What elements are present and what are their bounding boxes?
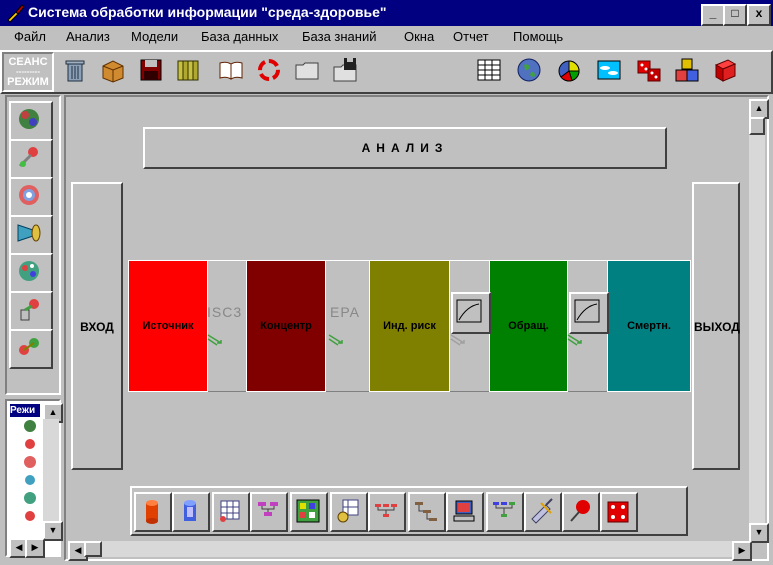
- close-button[interactable]: x: [747, 4, 771, 26]
- menu-report[interactable]: Отчет: [453, 29, 489, 44]
- vscroll-track[interactable]: [749, 135, 765, 539]
- tree-brown-icon[interactable]: [408, 492, 446, 532]
- vscroll-down-button[interactable]: ▼: [749, 523, 769, 543]
- input-label: ВХОД: [80, 320, 114, 334]
- menu-windows[interactable]: Окна: [404, 29, 434, 44]
- menu-file[interactable]: Файл: [14, 29, 46, 44]
- hscroll-thumb[interactable]: [84, 541, 102, 557]
- mode-scroll-down-button[interactable]: ▼: [43, 521, 63, 541]
- molecule-tool-icon[interactable]: [9, 101, 53, 141]
- red-die-icon[interactable]: [600, 492, 638, 532]
- menu-knowledge-base[interactable]: База знаний: [302, 29, 377, 44]
- syringe-icon[interactable]: [524, 492, 562, 532]
- trash-icon[interactable]: [60, 55, 94, 89]
- block-source[interactable]: Источник: [128, 260, 208, 392]
- flow-arrow-icon: [328, 334, 343, 346]
- tree-red-icon[interactable]: [368, 492, 406, 532]
- mode-scroll-right-button[interactable]: ▶: [25, 538, 45, 558]
- tree-blue-icon[interactable]: [486, 492, 524, 532]
- menu-analysis[interactable]: Анализ: [66, 29, 110, 44]
- connector-2-model-label[interactable]: EPA: [330, 304, 360, 320]
- globe-icon[interactable]: [514, 55, 548, 89]
- curve-icon: [456, 299, 482, 323]
- output-label: ВЫХОД: [694, 320, 740, 334]
- curve-model-button-1[interactable]: [451, 292, 491, 334]
- output-block[interactable]: ВЫХОД: [692, 182, 740, 470]
- folder-icon[interactable]: [292, 55, 326, 89]
- session-divider: ---------: [16, 67, 40, 76]
- block-visits[interactable]: Обращ.: [489, 260, 568, 392]
- block-mortality[interactable]: Смертн.: [607, 260, 691, 392]
- box-icon[interactable]: [98, 55, 132, 89]
- floppy-disk-icon[interactable]: [136, 55, 170, 89]
- save-to-folder-icon[interactable]: [330, 55, 364, 89]
- menu-help[interactable]: Помощь: [513, 29, 563, 44]
- red-cylinder-icon[interactable]: [134, 492, 172, 532]
- window-title: Система обработки информации "среда-здор…: [28, 4, 387, 20]
- flow-arrow-icon: [207, 334, 222, 346]
- mode-icons-list[interactable]: [17, 419, 43, 529]
- minimize-button[interactable]: _: [701, 4, 725, 26]
- curve-model-button-2[interactable]: [569, 292, 609, 334]
- tree-purple-icon[interactable]: [250, 492, 288, 532]
- connector-2: [323, 260, 370, 392]
- app-brush-icon[interactable]: [5, 3, 25, 23]
- input-block[interactable]: ВХОД: [71, 182, 123, 470]
- red-book-icon[interactable]: [710, 55, 744, 89]
- mode-window[interactable]: Режи ▲ ▼ ◀ ▶: [5, 399, 63, 558]
- recycle-icon[interactable]: [254, 55, 288, 89]
- blue-cylinder-icon[interactable]: [172, 492, 210, 532]
- dice-icon[interactable]: [634, 55, 668, 89]
- mode-label: РЕЖИМ: [7, 76, 49, 88]
- vscroll-up-button[interactable]: ▲: [749, 99, 769, 119]
- sky-picture-icon[interactable]: [594, 55, 628, 89]
- target-tool-icon[interactable]: [9, 177, 53, 217]
- color-matrix-icon[interactable]: [290, 492, 328, 532]
- flow-arrow-icon: [567, 334, 582, 346]
- vscroll-thumb[interactable]: [749, 117, 765, 135]
- probe-tool-icon[interactable]: [9, 291, 53, 331]
- binders-icon[interactable]: [174, 55, 208, 89]
- open-book-icon[interactable]: [216, 55, 250, 89]
- mode-window-title: Режи: [10, 404, 40, 417]
- network-grid-icon[interactable]: [212, 492, 250, 532]
- funnel-tool-icon[interactable]: [9, 215, 53, 255]
- hscroll-track[interactable]: [102, 541, 732, 557]
- pie-chart-icon[interactable]: [554, 55, 588, 89]
- block-individual-risk[interactable]: Инд. риск: [369, 260, 450, 392]
- title-bar[interactable]: Система обработки информации "среда-здор…: [0, 0, 773, 26]
- atom-tool-icon[interactable]: [9, 329, 53, 369]
- connector-1: [205, 260, 247, 392]
- flask-tool-icon[interactable]: [9, 139, 53, 179]
- menu-bar: Файл Анализ Модели База данных База знан…: [0, 26, 773, 48]
- menu-database[interactable]: База данных: [201, 29, 278, 44]
- globe-tool-icon[interactable]: [9, 253, 53, 293]
- red-pin-icon[interactable]: [562, 492, 600, 532]
- connector-1-model-label[interactable]: ISC3: [207, 304, 242, 320]
- maximize-button[interactable]: □: [723, 4, 747, 26]
- computer-icon[interactable]: [446, 492, 484, 532]
- spreadsheet-icon[interactable]: [474, 55, 508, 89]
- blocks-icon[interactable]: [672, 55, 706, 89]
- analysis-banner[interactable]: АНАЛИЗ: [143, 127, 667, 169]
- flow-arrow-icon: [450, 334, 465, 346]
- network-link-icon[interactable]: [330, 492, 368, 532]
- hscroll-right-button[interactable]: ▶: [732, 541, 752, 561]
- mode-scroll-track[interactable]: [43, 419, 59, 521]
- menu-models[interactable]: Модели: [131, 29, 178, 44]
- session-mode-indicator[interactable]: СЕАНС --------- РЕЖИМ: [2, 52, 54, 92]
- block-concentration[interactable]: Концентр: [246, 260, 326, 392]
- curve-icon: [574, 299, 600, 323]
